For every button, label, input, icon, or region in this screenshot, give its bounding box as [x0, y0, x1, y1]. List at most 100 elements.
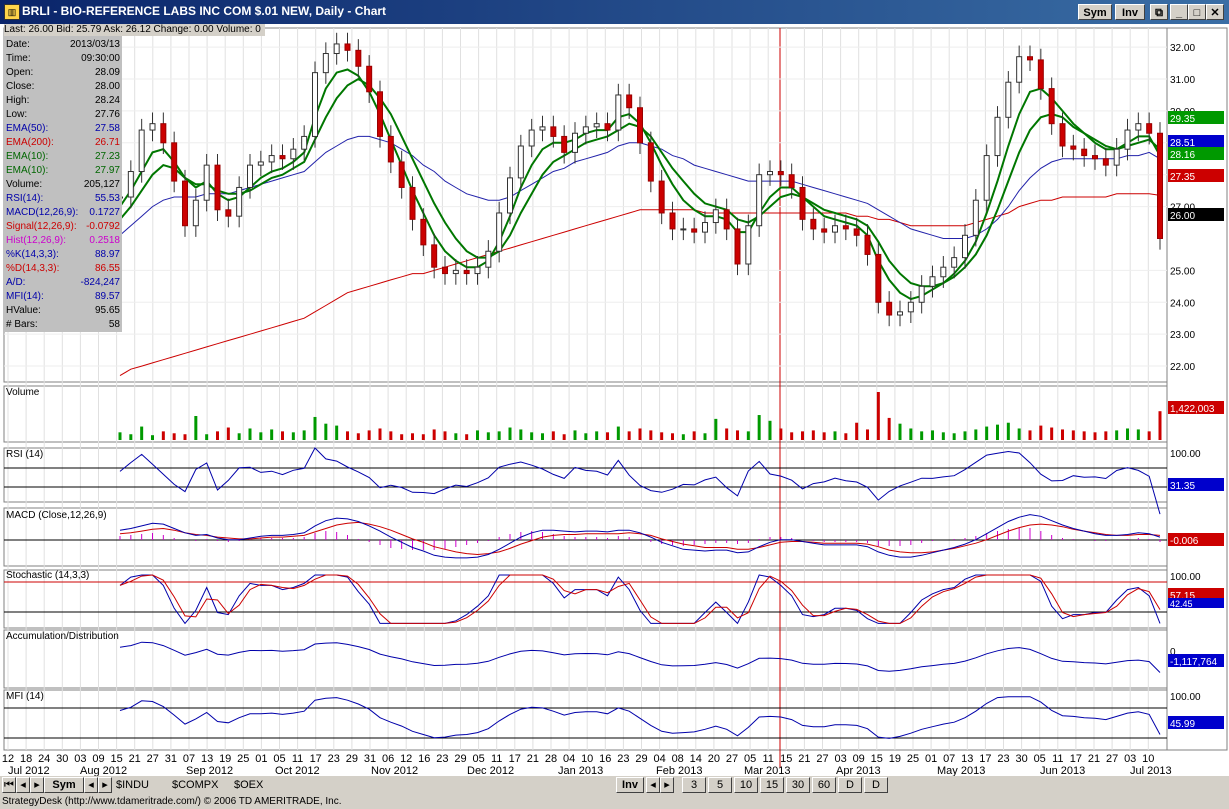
candle-body: [842, 225, 849, 230]
inv-button[interactable]: Inv: [1115, 4, 1145, 20]
volume-bar: [1028, 430, 1032, 440]
volume-bar: [833, 431, 837, 440]
volume-bar: [183, 434, 187, 440]
period-tab-30[interactable]: 30: [786, 777, 810, 793]
inv-tab-button[interactable]: Inv: [616, 777, 644, 793]
volume-bar: [400, 434, 404, 440]
close-icon[interactable]: ✕: [1206, 4, 1224, 20]
tab-scroll-right-icon[interactable]: ▸: [98, 777, 112, 793]
data-box-row: EMA(50): 27.58: [6, 122, 120, 136]
panel-frame: [3, 27, 1168, 383]
period-prev-icon[interactable]: ◂: [646, 777, 660, 793]
candle-body: [312, 72, 318, 137]
period-tab-D[interactable]: D: [864, 777, 888, 793]
data-box-row: HValue: 95.65: [6, 304, 120, 318]
volume-bar: [161, 431, 165, 440]
tab-oex[interactable]: $OEX: [234, 778, 263, 792]
x-axis-day-label: 25: [237, 753, 249, 765]
next-icon[interactable]: ▸: [30, 777, 44, 793]
period-tab-3[interactable]: 3: [682, 777, 706, 793]
candle-body: [247, 164, 253, 188]
data-box-value: 28.00: [94, 81, 120, 92]
x-axis-day-label: 05: [472, 753, 484, 765]
data-box-value: 86.55: [94, 263, 120, 274]
price-axis-label: 22.00: [1170, 362, 1195, 373]
x-axis-day-label: 11: [762, 753, 773, 765]
x-axis-day-label: 03: [74, 753, 86, 765]
volume-bar: [931, 430, 934, 440]
data-box-value: 27.58: [94, 123, 120, 134]
ad-marker-label: -1,117,764: [1170, 657, 1218, 668]
tab-compx[interactable]: $COMPX: [172, 778, 218, 792]
candle-body: [290, 148, 297, 160]
candle-body: [192, 199, 199, 227]
sym-button[interactable]: Sym: [1078, 4, 1112, 20]
price-axis-label: 23.00: [1170, 330, 1195, 341]
volume-bar: [974, 429, 978, 440]
volume-bar: [140, 426, 144, 440]
first-icon[interactable]: ⏮: [2, 777, 16, 793]
volume-bar: [681, 434, 685, 440]
x-axis-day-label: 27: [726, 753, 738, 765]
mfi-panel-title: MFI (14): [6, 691, 44, 702]
period-next-icon[interactable]: ▸: [660, 777, 674, 793]
candle-body: [1157, 132, 1163, 239]
period-tab-D[interactable]: D: [838, 777, 862, 793]
candle-body: [214, 164, 221, 211]
data-box-label: RSI(14):: [6, 193, 44, 204]
period-tab-60[interactable]: 60: [812, 777, 836, 793]
candle-body: [442, 266, 448, 275]
candle-body: [355, 49, 362, 67]
tab-scroll-left-icon[interactable]: ◂: [84, 777, 98, 793]
data-box-label: Open:: [6, 67, 34, 78]
volume-bar: [616, 426, 620, 440]
candle-body: [864, 234, 871, 255]
rsi-marker-label: 31.35: [1170, 481, 1195, 492]
volume-bar: [346, 431, 349, 440]
x-axis-day-label: 30: [1015, 753, 1027, 765]
candle-body: [886, 301, 893, 316]
tab-indu[interactable]: $INDU: [116, 778, 149, 792]
x-axis-day-label: 03: [834, 753, 846, 765]
maximize-icon[interactable]: □: [1188, 4, 1206, 20]
minimize-icon[interactable]: _: [1170, 4, 1188, 20]
candle-body: [853, 228, 860, 236]
volume-bar: [714, 418, 718, 440]
volume-bar: [866, 429, 869, 440]
data-box-row: High: 28.24: [6, 94, 120, 108]
volume-bar: [551, 431, 555, 440]
period-tab-15[interactable]: 15: [760, 777, 784, 793]
app-icon: ▥: [4, 4, 20, 20]
detach-icon[interactable]: ⧉: [1150, 4, 1168, 20]
data-box-label: Date:: [6, 39, 30, 50]
chart-canvas[interactable]: 32.0031.0030.0029.0028.0027.0025.0024.00…: [0, 24, 1229, 776]
x-axis-day-label: 12: [400, 753, 412, 765]
candle-body: [799, 186, 806, 220]
candle-body: [387, 135, 394, 163]
rsi-axis-top: 100.00: [1170, 449, 1201, 460]
x-axis-day-label: 23: [997, 753, 1009, 765]
x-axis-day-label: 01: [255, 753, 267, 765]
volume-bar: [855, 422, 859, 440]
candle-body: [756, 174, 763, 227]
window-title: BRLI - BIO-REFERENCE LABS INC COM $.01 N…: [22, 4, 387, 18]
sym-tab-button[interactable]: Sym: [44, 777, 84, 793]
candle-body: [138, 129, 145, 173]
period-tab-10[interactable]: 10: [734, 777, 758, 793]
volume-bar: [1126, 428, 1129, 440]
data-box-value: 89.57: [94, 291, 120, 302]
candle-body: [907, 301, 914, 313]
prev-icon[interactable]: ◂: [16, 777, 30, 793]
volume-bar: [1158, 411, 1162, 440]
data-box-row: Open: 28.09: [6, 66, 120, 80]
period-tab-5[interactable]: 5: [708, 777, 732, 793]
volume-bar: [1050, 427, 1054, 440]
data-box-value: 205,127: [83, 179, 120, 190]
volume-bar: [996, 424, 999, 440]
volume-bar: [963, 431, 967, 440]
volume-bar: [898, 423, 902, 440]
chart-area[interactable]: 32.0031.0030.0029.0028.0027.0025.0024.00…: [0, 24, 1229, 776]
volume-bar: [519, 429, 523, 440]
data-box-label: %K(14,3,3):: [6, 249, 59, 260]
candle-body: [994, 116, 1001, 157]
